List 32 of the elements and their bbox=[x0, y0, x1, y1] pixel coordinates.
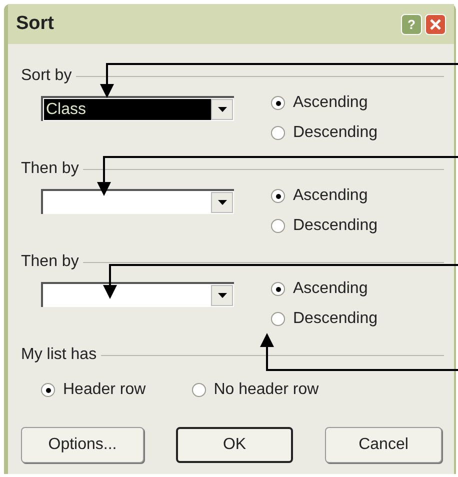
radio-button[interactable] bbox=[271, 126, 285, 140]
group-label: Then by bbox=[21, 159, 79, 179]
radio-button[interactable] bbox=[271, 96, 285, 110]
dialog-button[interactable]: Options... bbox=[21, 427, 144, 463]
radio-button[interactable] bbox=[41, 383, 55, 397]
caret-icon bbox=[218, 200, 226, 205]
radio-label: Ascending bbox=[293, 186, 368, 206]
radio-label: Descending bbox=[293, 123, 378, 143]
radio-label: Header row bbox=[63, 380, 146, 400]
group-label: Sort by bbox=[21, 66, 72, 86]
sort-field-dropdown[interactable]: Class bbox=[41, 96, 234, 121]
window-title: Sort bbox=[16, 12, 54, 36]
dialog-button[interactable]: OK bbox=[176, 427, 293, 463]
close-icon bbox=[430, 18, 441, 30]
radio-label: Descending bbox=[293, 216, 378, 236]
dialog-button[interactable]: Cancel bbox=[325, 427, 442, 463]
radio-label: Descending bbox=[293, 309, 378, 329]
radio-label: Ascending bbox=[293, 279, 368, 299]
group-label: My list has bbox=[21, 345, 97, 365]
group-label: Then by bbox=[21, 252, 79, 272]
radio-label: Ascending bbox=[293, 93, 368, 113]
caret-icon bbox=[218, 293, 226, 298]
radio-button[interactable] bbox=[271, 282, 285, 296]
close-button[interactable] bbox=[425, 14, 446, 34]
caret-icon bbox=[218, 107, 226, 112]
sort-field-dropdown[interactable] bbox=[41, 282, 234, 307]
radio-button[interactable] bbox=[192, 383, 206, 397]
sort-field-dropdown[interactable] bbox=[41, 189, 234, 214]
radio-button[interactable] bbox=[271, 189, 285, 203]
radio-button[interactable] bbox=[271, 219, 285, 233]
radio-button[interactable] bbox=[271, 312, 285, 326]
radio-label: No header row bbox=[214, 380, 319, 400]
